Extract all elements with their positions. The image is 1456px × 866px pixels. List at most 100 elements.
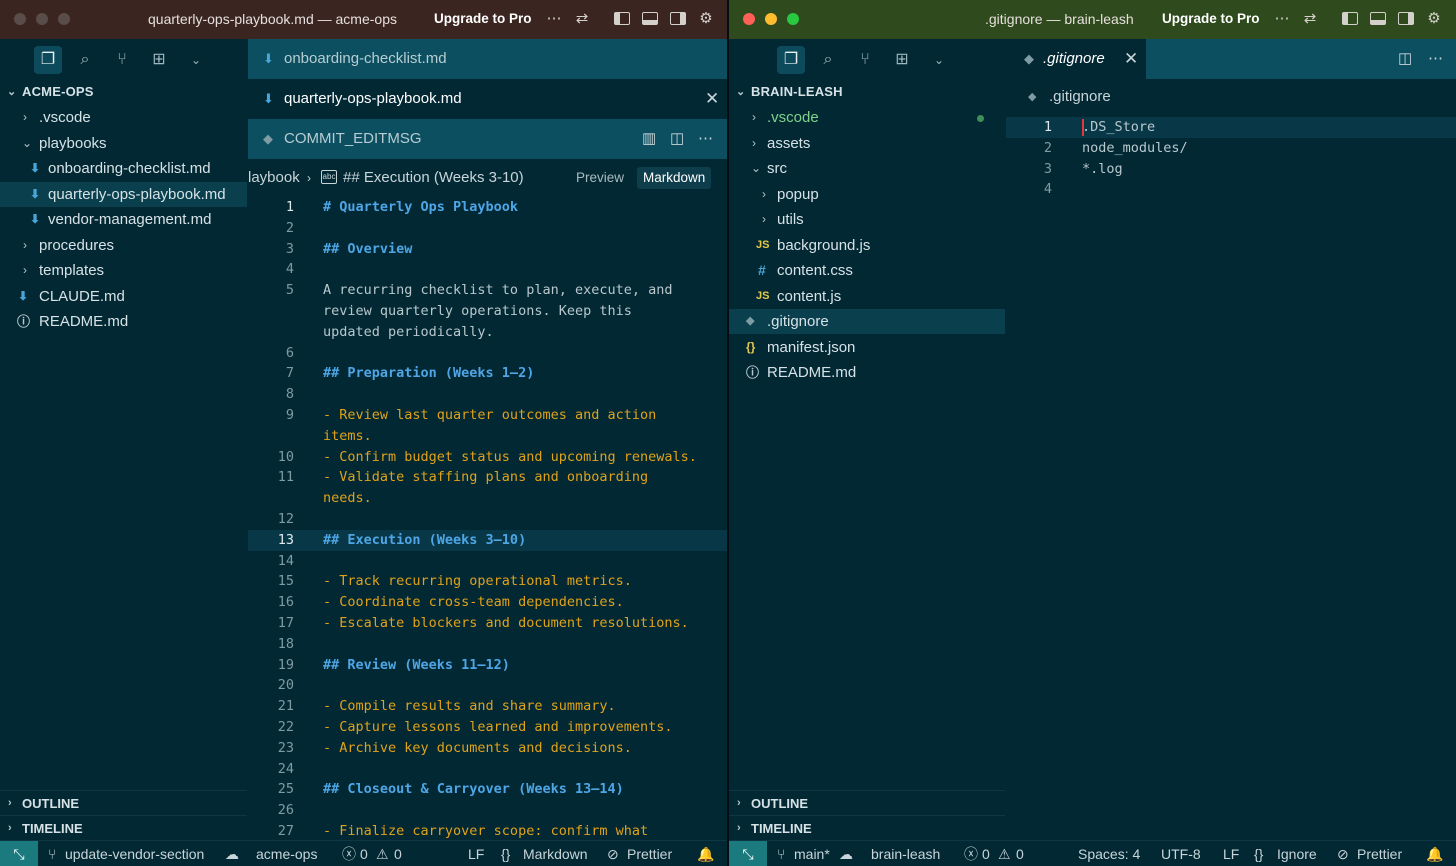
- tree-item-assets[interactable]: › assets: [729, 131, 1005, 156]
- breadcrumb-section[interactable]: ## Execution (Weeks 3-10): [343, 160, 524, 196]
- code-line[interactable]: 3 ## Overview: [248, 239, 727, 260]
- code-line[interactable]: 13 ## Execution (Weeks 3–10): [248, 529, 727, 551]
- upgrade-button[interactable]: Upgrade to Pro: [434, 11, 532, 26]
- formatter-status[interactable]: Prettier: [627, 841, 672, 866]
- code-line[interactable]: review quarterly operations. Keep this: [248, 301, 727, 322]
- more-icon[interactable]: ⋯: [1273, 10, 1291, 28]
- tab-gitignore[interactable]: ◆ .gitignore ✕: [1006, 39, 1146, 79]
- outline-section[interactable]: › OUTLINE: [729, 790, 1005, 815]
- tab-quarterly-ops-playbook[interactable]: ⬇ quarterly-ops-playbook.md ✕: [248, 79, 727, 119]
- code-line[interactable]: 4: [1006, 179, 1456, 200]
- search-icon[interactable]: ⌕: [75, 50, 95, 70]
- code-line[interactable]: needs.: [248, 488, 727, 509]
- search-icon[interactable]: ⌕: [818, 50, 838, 70]
- zoom-window-button[interactable]: [58, 13, 70, 25]
- code-line[interactable]: 14: [248, 551, 727, 572]
- code-line[interactable]: 19 ## Review (Weeks 11–12): [248, 655, 727, 676]
- swap-icon[interactable]: ⇄: [1301, 10, 1319, 28]
- explorer-icon[interactable]: ❐: [34, 46, 62, 74]
- code-line[interactable]: 7 ## Preparation (Weeks 1–2): [248, 363, 727, 384]
- tree-item-vscode[interactable]: › .vscode: [0, 105, 247, 130]
- code-line[interactable]: 12: [248, 509, 727, 530]
- split-editor-icon[interactable]: ◫: [670, 119, 684, 159]
- bell-icon[interactable]: 🔔: [697, 841, 714, 866]
- more-icon[interactable]: ⋯: [545, 10, 563, 28]
- repo-status[interactable]: brain-leash: [871, 841, 940, 866]
- code-line[interactable]: 15 - Track recurring operational metrics.: [248, 571, 727, 592]
- code-line[interactable]: 5 A recurring checklist to plan, execute,…: [248, 280, 727, 301]
- code-line[interactable]: 9 - Review last quarter outcomes and acti…: [248, 405, 727, 426]
- explorer-root[interactable]: ⌄ ACME-OPS: [0, 80, 247, 104]
- eol-status[interactable]: LF: [468, 841, 484, 866]
- source-control-icon[interactable]: ⑂: [855, 50, 875, 70]
- bell-icon[interactable]: 🔔: [1426, 841, 1443, 866]
- extensions-icon[interactable]: ⊞: [892, 50, 912, 70]
- error-count[interactable]: 0: [982, 841, 990, 866]
- zoom-window-button[interactable]: [787, 13, 799, 25]
- close-window-button[interactable]: [14, 13, 26, 25]
- warning-count[interactable]: 0: [394, 841, 402, 866]
- code-line[interactable]: 2: [248, 218, 727, 239]
- toggle-secondary-sidebar-icon[interactable]: [670, 12, 686, 25]
- tree-item-readme[interactable]: ⓘ README.md: [0, 309, 247, 334]
- remote-icon[interactable]: ⤡: [729, 841, 767, 866]
- toggle-panel-icon[interactable]: [1370, 12, 1386, 25]
- code-line[interactable]: 25 ## Closeout & Carryover (Weeks 13–14): [248, 779, 727, 800]
- code-line[interactable]: 18: [248, 634, 727, 655]
- encoding-status[interactable]: UTF-8: [1161, 841, 1201, 866]
- tab-onboarding-checklist[interactable]: ⬇ onboarding-checklist.md: [248, 39, 727, 79]
- code-line[interactable]: 16 - Coordinate cross-team dependencies.: [248, 592, 727, 613]
- code-line[interactable]: 2 node_modules/: [1006, 138, 1456, 159]
- split-editor-icon[interactable]: ◫: [1398, 39, 1412, 79]
- toggle-secondary-sidebar-icon[interactable]: [1398, 12, 1414, 25]
- tree-item-templates[interactable]: › templates: [0, 258, 247, 283]
- code-line[interactable]: 1 # Quarterly Ops Playbook: [248, 197, 727, 218]
- tree-item-content-css[interactable]: # content.css: [729, 258, 1005, 283]
- code-line[interactable]: 1 .DS_Store: [1006, 117, 1456, 138]
- code-line[interactable]: 4: [248, 259, 727, 280]
- repo-status[interactable]: acme-ops: [256, 841, 317, 866]
- markdown-button[interactable]: Markdown: [637, 167, 712, 189]
- tree-item-procedures[interactable]: › procedures: [0, 233, 247, 258]
- extensions-icon[interactable]: ⊞: [149, 50, 169, 70]
- error-count[interactable]: 0: [360, 841, 368, 866]
- language-status[interactable]: Markdown: [523, 841, 588, 866]
- timeline-section[interactable]: › TIMELINE: [0, 815, 247, 840]
- more-icon[interactable]: ⋯: [698, 119, 713, 159]
- minimize-window-button[interactable]: [765, 13, 777, 25]
- chevron-down-icon[interactable]: ⌄: [929, 50, 949, 70]
- timeline-section[interactable]: › TIMELINE: [729, 815, 1005, 840]
- branch-status[interactable]: update-vendor-section: [65, 841, 204, 866]
- code-line[interactable]: 20: [248, 675, 727, 696]
- tree-item-quarterly-ops-playbook[interactable]: ⬇ quarterly-ops-playbook.md: [0, 182, 247, 207]
- code-line[interactable]: 8: [248, 384, 727, 405]
- close-icon[interactable]: ✕: [705, 79, 719, 119]
- code-line[interactable]: 6: [248, 343, 727, 364]
- tab-commit-editmsg[interactable]: ◆ COMMIT_EDITMSG ▥ ◫ ⋯: [248, 119, 727, 159]
- close-icon[interactable]: ✕: [1124, 39, 1138, 79]
- gear-icon[interactable]: ⚙: [697, 10, 715, 28]
- formatter-status[interactable]: Prettier: [1357, 841, 1402, 866]
- minimize-window-button[interactable]: [36, 13, 48, 25]
- code-line[interactable]: 11 - Validate staffing plans and onboardi…: [248, 467, 727, 488]
- tree-item-gitignore[interactable]: ◆ .gitignore: [729, 309, 1005, 334]
- tree-item-src[interactable]: ⌄ src: [729, 156, 1005, 181]
- code-line[interactable]: 17 - Escalate blockers and document resol…: [248, 613, 727, 634]
- code-editor[interactable]: 1 .DS_Store 2 node_modules/3 *.log 4: [1006, 117, 1456, 417]
- tree-item-vscode[interactable]: › .vscode: [729, 105, 1005, 130]
- tree-item-manifest-json[interactable]: {} manifest.json: [729, 335, 1005, 360]
- tree-item-vendor-management[interactable]: ⬇ vendor-management.md: [0, 207, 247, 232]
- code-line[interactable]: items.: [248, 426, 727, 447]
- tree-item-onboarding-checklist[interactable]: ⬇ onboarding-checklist.md: [0, 156, 247, 181]
- breadcrumb-file[interactable]: .gitignore: [1049, 79, 1111, 115]
- toggle-panel-icon[interactable]: [642, 12, 658, 25]
- code-line[interactable]: 21 - Compile results and share summary.: [248, 696, 727, 717]
- outline-section[interactable]: › OUTLINE: [0, 790, 247, 815]
- upgrade-button[interactable]: Upgrade to Pro: [1162, 11, 1260, 26]
- code-editor[interactable]: 1 # Quarterly Ops Playbook 2 3 ## Overview 4 5…: [248, 197, 727, 840]
- preview-button[interactable]: Preview: [570, 167, 630, 189]
- branch-status[interactable]: main*: [794, 841, 830, 866]
- remote-icon[interactable]: ⤡: [0, 841, 38, 866]
- tree-item-popup[interactable]: › popup: [729, 182, 1005, 207]
- breadcrumb-file[interactable]: laybook: [248, 160, 300, 196]
